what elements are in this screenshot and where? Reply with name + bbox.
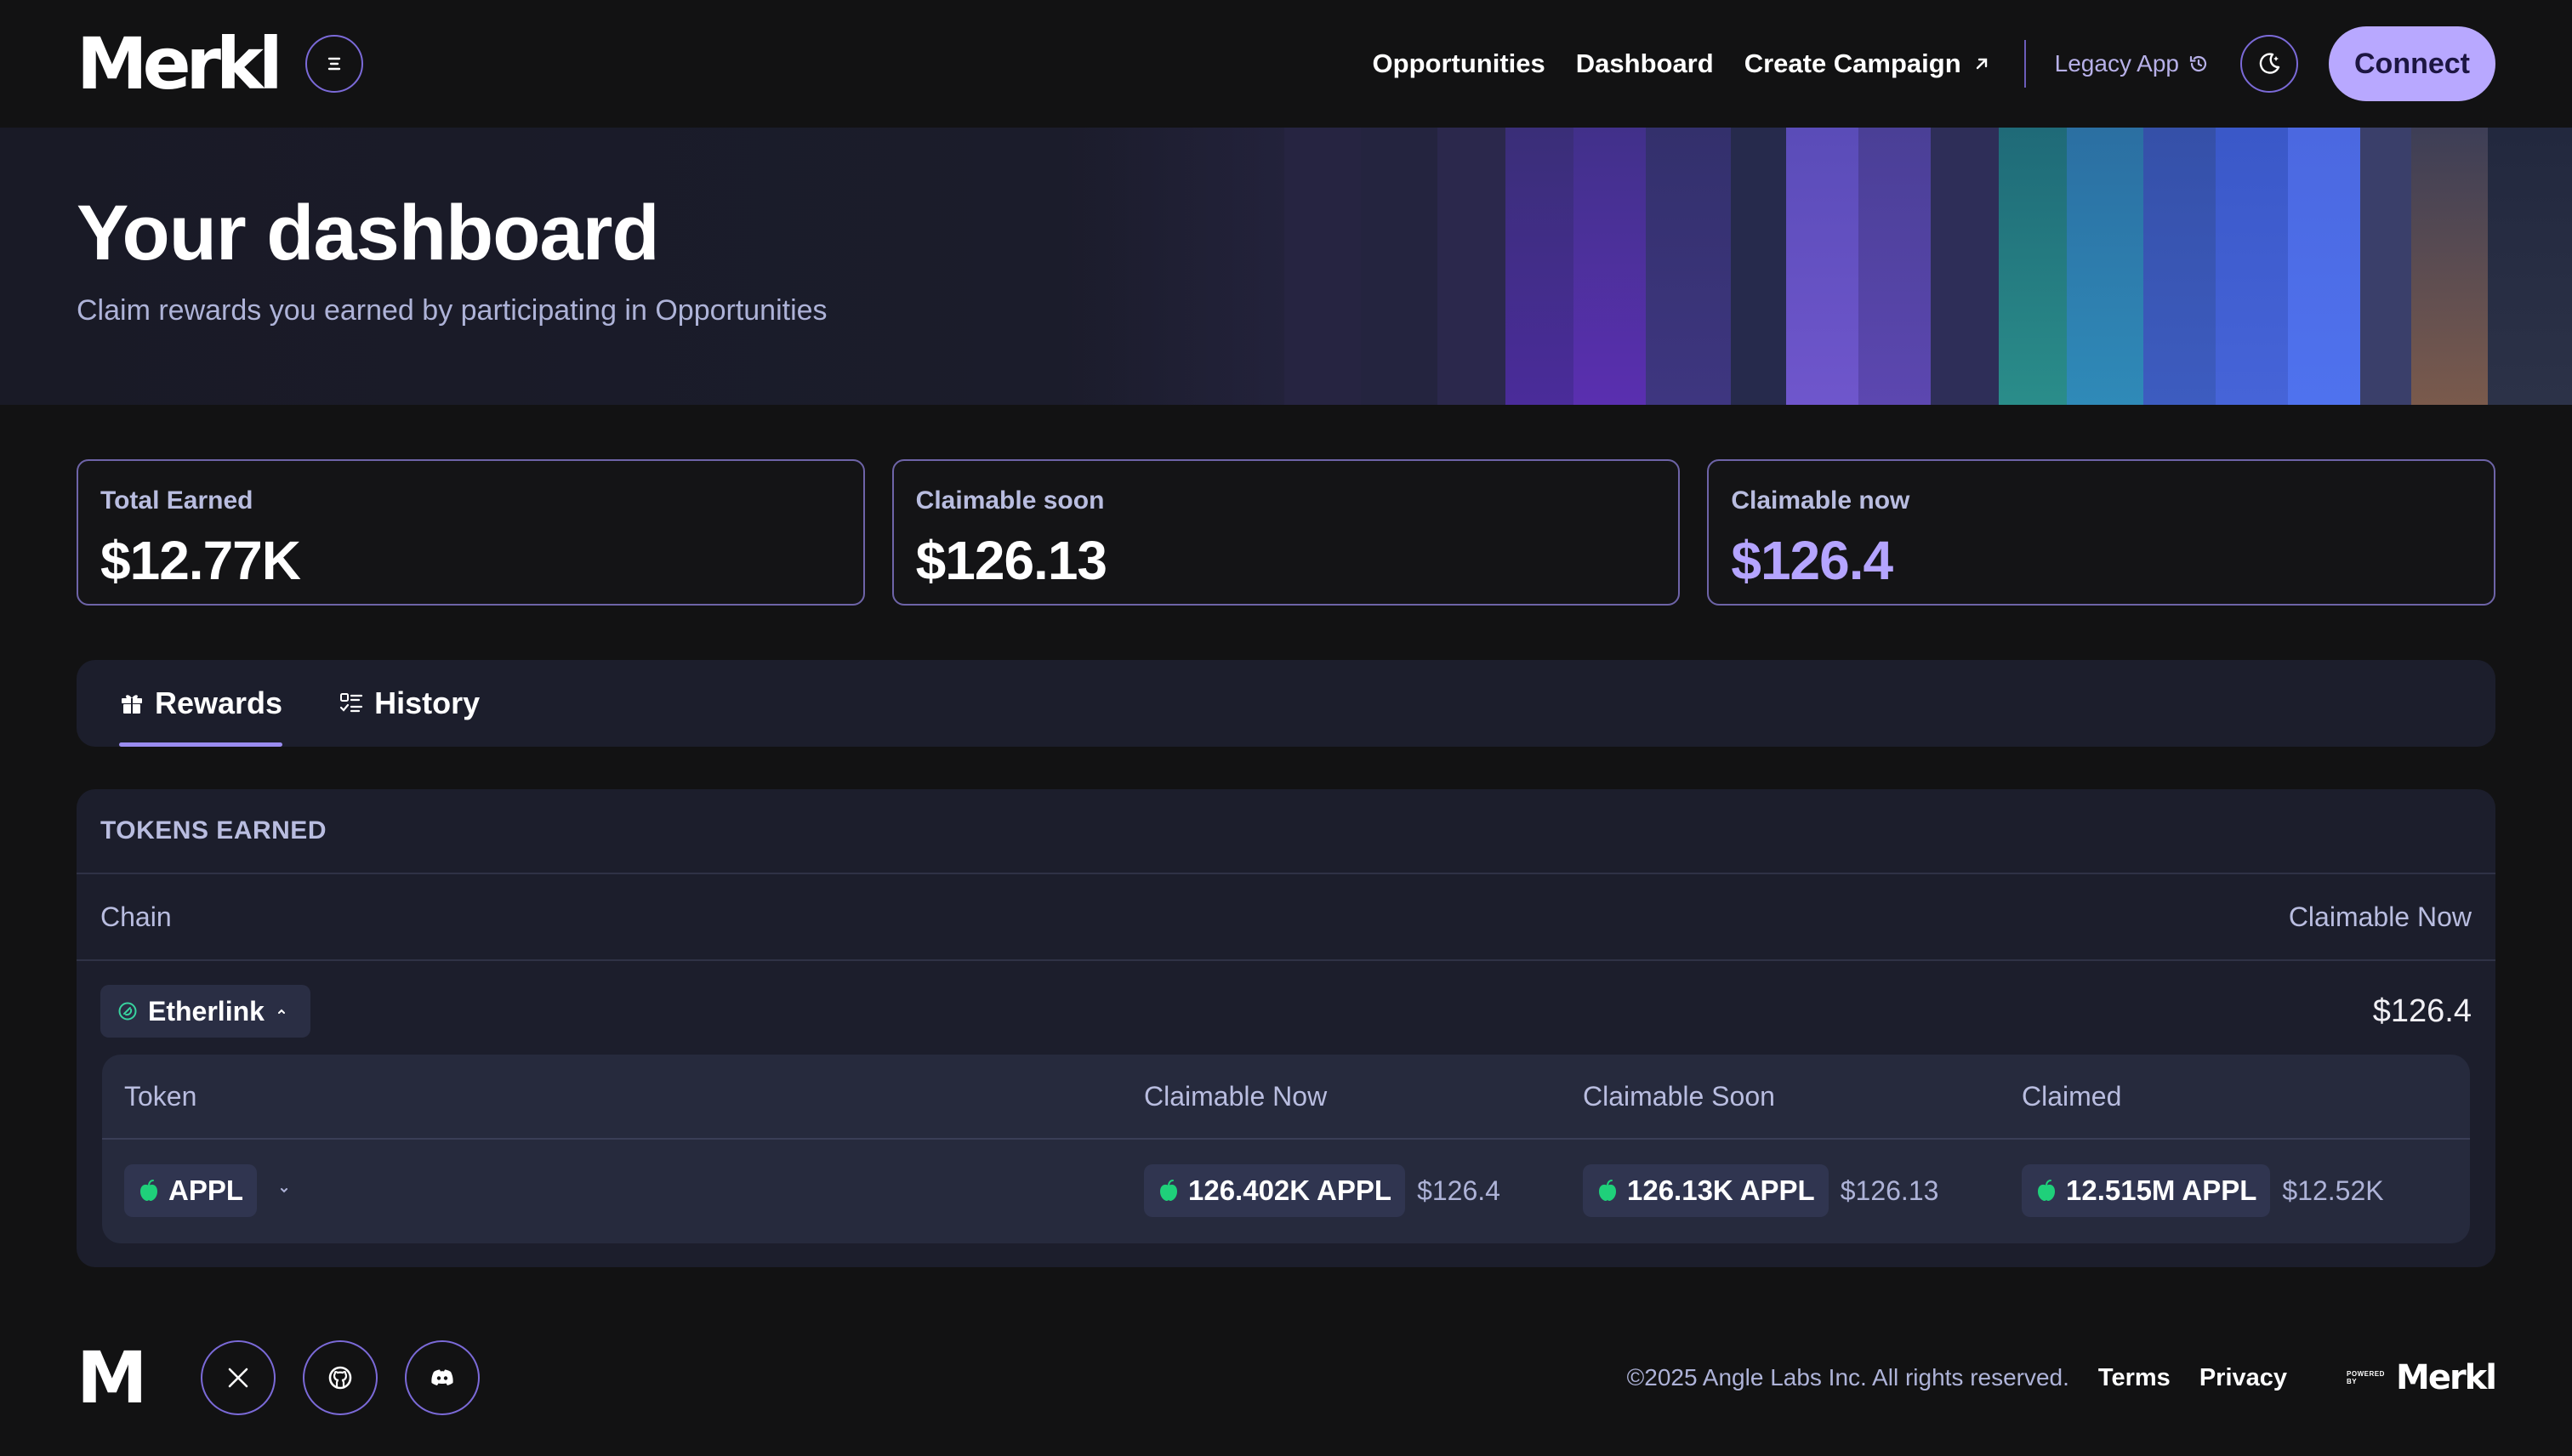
- menu-button[interactable]: [304, 35, 363, 93]
- claimed-amount: 12.515M APPL: [2066, 1174, 2257, 1206]
- token-table-header: Token Claimable Now Claimable Soon Claim…: [102, 1055, 2470, 1140]
- x-icon: [228, 1368, 248, 1388]
- claimable-soon-column-header: Claimable Soon: [1583, 1080, 1775, 1112]
- x-link[interactable]: [200, 1340, 276, 1415]
- discord-icon: [430, 1369, 453, 1385]
- nav-legacy-app[interactable]: Legacy App: [2055, 50, 2210, 77]
- tokens-earned-title: TOKENS EARNED: [77, 789, 2495, 874]
- legacy-app-label: Legacy App: [2054, 50, 2179, 77]
- theme-toggle-button[interactable]: [2240, 35, 2298, 93]
- claimable-now-usd: $126.4: [1417, 1174, 1500, 1206]
- appl-token-icon: [2038, 1180, 2055, 1201]
- claimed-amount-badge: 12.515M APPL: [2022, 1164, 2271, 1217]
- dashboard-tabs: Rewards History: [77, 660, 2495, 747]
- tab-history-label: History: [374, 685, 481, 720]
- brand: Merkl: [77, 28, 363, 100]
- etherlink-icon: [118, 1002, 137, 1021]
- appl-token-icon: [140, 1180, 157, 1201]
- chain-name: Etherlink: [148, 995, 265, 1027]
- claimable-now-amount: 126.402K APPL: [1188, 1174, 1392, 1206]
- chain-claimable-now-value: $126.4: [2372, 992, 2472, 1029]
- claimed-column-header: Claimed: [2022, 1080, 2122, 1112]
- discord-link[interactable]: [404, 1340, 480, 1415]
- connect-button[interactable]: Connect: [2329, 26, 2495, 101]
- claimable-soon-cell: 126.13K APPL $126.13: [1583, 1164, 1938, 1217]
- terms-link[interactable]: Terms: [2098, 1364, 2171, 1392]
- nav-divider: [2023, 40, 2026, 88]
- tab-rewards-label: Rewards: [155, 685, 283, 720]
- copyright-text: ©2025 Angle Labs Inc. All rights reserve…: [1626, 1364, 2069, 1391]
- appl-token-icon: [1160, 1180, 1177, 1201]
- claimable-now-column-header: Claimable Now: [2288, 901, 2472, 932]
- footer-right: ©2025 Angle Labs Inc. All rights reserve…: [1626, 1358, 2497, 1397]
- claimable-soon-label: Claimable soon: [915, 486, 1105, 515]
- main-nav: Opportunities Dashboard Create Campaign …: [1342, 26, 2495, 101]
- claimable-soon-amount: 126.13K APPL: [1627, 1174, 1815, 1206]
- nav-dashboard[interactable]: Dashboard: [1576, 48, 1714, 79]
- github-link[interactable]: [302, 1340, 378, 1415]
- claimed-usd: $12.52K: [2282, 1174, 2384, 1206]
- chevron-up-icon: [277, 1009, 285, 1014]
- footer: M ©2025 Angle Labs Inc. All rights reser…: [0, 1327, 2572, 1429]
- nav-opportunities[interactable]: Opportunities: [1373, 48, 1545, 79]
- chain-row: Etherlink $126.4: [77, 961, 2495, 1061]
- list-check-icon: [339, 693, 363, 713]
- claimable-now-card: Claimable now $126.4: [1707, 459, 2496, 606]
- hero-banner: Your dashboard Claim rewards you earned …: [0, 128, 2572, 405]
- merkl-mark-logo[interactable]: M: [77, 1336, 148, 1419]
- merkl-logo[interactable]: Merkl: [77, 28, 283, 100]
- arrow-up-right-icon: [1976, 58, 1987, 70]
- stats-row: Total Earned $12.77K Claimable soon $126…: [77, 459, 2496, 606]
- footer-left: M: [77, 1336, 480, 1419]
- token-column-header: Token: [124, 1080, 197, 1112]
- nav-create-campaign[interactable]: Create Campaign: [1744, 48, 1990, 79]
- claimable-soon-value: $126.13: [915, 530, 1107, 591]
- claimable-now-value: $126.4: [1731, 530, 1893, 591]
- tokens-earned-panel: TOKENS EARNED Chain Claimable Now Etherl…: [77, 789, 2495, 1267]
- chevron-down-icon[interactable]: [277, 1184, 291, 1197]
- github-icon: [328, 1366, 351, 1390]
- total-earned-card: Total Earned $12.77K: [77, 459, 865, 606]
- create-campaign-label: Create Campaign: [1744, 48, 1961, 78]
- appl-token-icon: [1599, 1180, 1616, 1201]
- claimed-cell: 12.515M APPL $12.52K: [2022, 1164, 2384, 1217]
- claimable-soon-amount-badge: 126.13K APPL: [1583, 1164, 1829, 1217]
- total-earned-label: Total Earned: [100, 486, 253, 515]
- chain-table-header: Chain Claimable Now: [77, 874, 2495, 961]
- claimable-now-column-header: Claimable Now: [1144, 1080, 1328, 1112]
- total-earned-value: $12.77K: [100, 530, 301, 591]
- powered-by-label: POWERED BY: [2347, 1370, 2385, 1385]
- gift-icon: [122, 695, 142, 714]
- page-title: Your dashboard: [77, 190, 660, 276]
- claimable-now-amount-badge: 126.402K APPL: [1144, 1164, 1406, 1217]
- powered-by-merkl[interactable]: POWERED BY Merkl: [2347, 1358, 2497, 1397]
- top-navbar: Merkl Opportunities Dashboard Create Cam…: [0, 0, 2572, 128]
- token-symbol: APPL: [168, 1174, 244, 1206]
- moon-icon: [2259, 53, 2280, 74]
- tab-rewards[interactable]: Rewards: [119, 660, 283, 747]
- token-badge[interactable]: APPL: [124, 1164, 258, 1217]
- chain-toggle-etherlink[interactable]: Etherlink: [100, 985, 310, 1038]
- claimable-soon-card: Claimable soon $126.13: [891, 459, 1681, 606]
- token-table: Token Claimable Now Claimable Soon Claim…: [102, 1055, 2470, 1243]
- page-subtitle: Claim rewards you earned by participatin…: [77, 294, 828, 327]
- tab-history[interactable]: History: [339, 660, 480, 747]
- chain-column-header: Chain: [100, 901, 172, 932]
- token-cell: APPL: [124, 1164, 291, 1217]
- history-icon: [2189, 55, 2207, 72]
- privacy-link[interactable]: Privacy: [2199, 1364, 2287, 1392]
- claimable-soon-usd: $126.13: [1840, 1174, 1939, 1206]
- menu-icon: [327, 57, 340, 71]
- table-row[interactable]: APPL 126.402K APPL $126.4 126.13K APPL $…: [102, 1140, 2470, 1242]
- claimable-now-label: Claimable now: [1731, 486, 1910, 515]
- powered-by-logo: Merkl: [2396, 1358, 2497, 1397]
- claimable-now-cell: 126.402K APPL $126.4: [1144, 1164, 1500, 1217]
